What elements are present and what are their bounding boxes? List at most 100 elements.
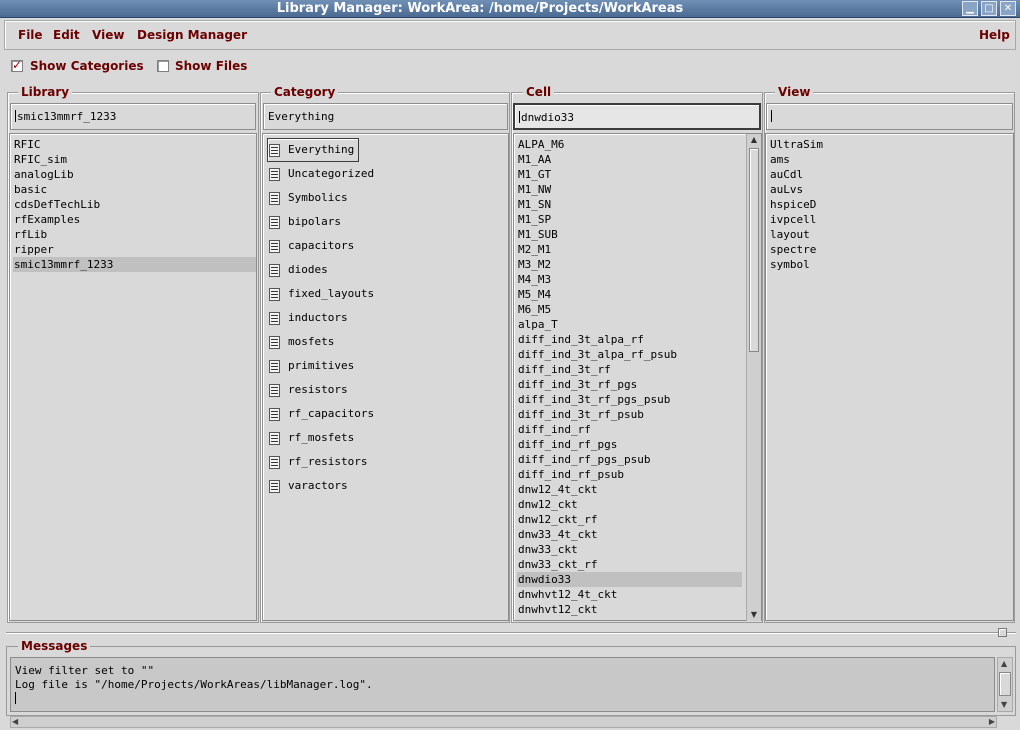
scroll-up-icon[interactable]: ▲ (748, 134, 760, 146)
menu-view[interactable]: View (92, 28, 124, 42)
category-list-item[interactable]: rf_capacitors (267, 402, 508, 426)
scroll-right-icon[interactable]: ▶ (989, 717, 995, 727)
library-list-item[interactable]: RFIC (13, 137, 256, 152)
cell-list[interactable]: ALPA_M6 M1_AA M1_GT M1_NW M1_SN M1_SP M1_SUB M2… (513, 133, 762, 621)
cell-list-item[interactable]: M1_AA (517, 152, 742, 167)
cell-list-item[interactable]: M6_M5 (517, 302, 742, 317)
category-list[interactable]: Everything Uncategorized Symbolics bipolars… (262, 133, 509, 621)
cell-list-item[interactable]: dnw12_4t_ckt (517, 482, 742, 497)
messages-vscrollbar[interactable]: ▲ ▼ (997, 657, 1013, 712)
category-list-item[interactable]: bipolars (267, 210, 508, 234)
cell-list-item[interactable]: dnwhvt12_ckt (517, 602, 742, 617)
library-filter-input[interactable]: smic13mmrf_1233 (10, 103, 256, 130)
cell-list-item[interactable]: M3_M2 (517, 257, 742, 272)
cell-list-item[interactable]: dnw33_ckt_rf (517, 557, 742, 572)
messages-scroll-thumb[interactable] (999, 672, 1011, 696)
library-list-item[interactable]: rfExamples (13, 212, 256, 227)
library-list[interactable]: RFIC RFIC_sim analogLib basic cdsDefTechLib r… (9, 133, 257, 621)
cell-list-item[interactable]: diff_ind_3t_alpa_rf (517, 332, 742, 347)
scroll-down-icon[interactable]: ▼ (1001, 700, 1007, 710)
cell-list-item[interactable]: M1_SP (517, 212, 742, 227)
cell-list-item[interactable]: diff_ind_3t_rf_psub (517, 407, 742, 422)
scroll-down-icon[interactable]: ▼ (748, 609, 760, 621)
library-list-item[interactable]: smic13mmrf_1233 (13, 257, 256, 272)
title-bar[interactable]: Library Manager: WorkArea: /home/Project… (0, 0, 1020, 18)
minimize-icon[interactable]: ▁ (962, 1, 978, 16)
category-list-item[interactable]: Symbolics (267, 186, 508, 210)
cell-list-item[interactable]: diff_ind_rf_psub (517, 467, 742, 482)
view-list-item[interactable]: ams (769, 152, 1013, 167)
library-list-item[interactable]: cdsDefTechLib (13, 197, 256, 212)
cell-list-item[interactable]: ALPA_M6 (517, 137, 742, 152)
cell-list-scrollbar[interactable]: ▲ ▼ (746, 134, 761, 621)
maximize-icon[interactable]: □ (981, 1, 997, 16)
menu-help[interactable]: Help (979, 28, 1010, 42)
category-list-item[interactable]: primitives (267, 354, 508, 378)
close-icon[interactable]: ✕ (1000, 1, 1016, 16)
show-files-label[interactable]: Show Files (175, 59, 247, 73)
cell-list-item[interactable]: M1_SN (517, 197, 742, 212)
cell-list-item[interactable]: diff_ind_rf_pgs_psub (517, 452, 742, 467)
library-list-item[interactable]: basic (13, 182, 256, 197)
cell-list-item[interactable]: M4_M3 (517, 272, 742, 287)
pane-divider-handle[interactable] (998, 628, 1007, 637)
view-list-item[interactable]: symbol (769, 257, 1013, 272)
menu-design-manager[interactable]: Design Manager (137, 28, 247, 42)
category-list-item[interactable]: rf_resistors (267, 450, 508, 474)
view-list-item[interactable]: auLvs (769, 182, 1013, 197)
scroll-left-icon[interactable]: ◀ (12, 717, 18, 727)
menu-edit[interactable]: Edit (53, 28, 80, 42)
view-list-item[interactable]: hspiceD (769, 197, 1013, 212)
messages-log[interactable]: View filter set to "" Log file is "/home… (10, 657, 995, 712)
cell-list-item[interactable]: dnw12_ckt (517, 497, 742, 512)
library-list-item[interactable]: ripper (13, 242, 256, 257)
category-list-item[interactable]: Everything (267, 138, 508, 162)
cell-list-item[interactable]: diff_ind_3t_rf_pgs_psub (517, 392, 742, 407)
category-list-item[interactable]: diodes (267, 258, 508, 282)
cell-list-item[interactable]: M1_SUB (517, 227, 742, 242)
cell-list-item[interactable]: dnw33_ckt (517, 542, 742, 557)
category-list-item[interactable]: inductors (267, 306, 508, 330)
category-list-item[interactable]: Uncategorized (267, 162, 508, 186)
messages-hscrollbar[interactable]: ◀ ▶ (10, 716, 997, 728)
cell-list-item[interactable]: M5_M4 (517, 287, 742, 302)
pane-divider[interactable] (6, 632, 1016, 634)
view-list-item[interactable]: UltraSim (769, 137, 1013, 152)
cell-list-item[interactable]: dnwdio33 (517, 572, 742, 587)
view-list-item[interactable]: ivpcell (769, 212, 1013, 227)
cell-scroll-thumb[interactable] (749, 148, 759, 352)
category-list-item[interactable]: fixed_layouts (267, 282, 508, 306)
library-list-item[interactable]: rfLib (13, 227, 256, 242)
show-files-checkbox[interactable] (157, 60, 169, 72)
category-list-item[interactable]: capacitors (267, 234, 508, 258)
cell-list-item[interactable]: M1_GT (517, 167, 742, 182)
cell-list-item[interactable]: diff_ind_3t_rf (517, 362, 742, 377)
category-list-item[interactable]: rf_mosfets (267, 426, 508, 450)
view-list-item[interactable]: layout (769, 227, 1013, 242)
view-filter-input[interactable] (766, 103, 1013, 130)
cell-list-item[interactable]: M1_NW (517, 182, 742, 197)
library-list-item[interactable]: analogLib (13, 167, 256, 182)
cell-filter-input[interactable]: dnwdio33 (513, 103, 761, 130)
category-list-item[interactable]: resistors (267, 378, 508, 402)
cell-list-item[interactable]: dnw12_ckt_rf (517, 512, 742, 527)
library-list-item[interactable]: RFIC_sim (13, 152, 256, 167)
cell-list-item[interactable]: diff_ind_rf_pgs (517, 437, 742, 452)
view-list-item[interactable]: spectre (769, 242, 1013, 257)
menu-file[interactable]: File (18, 28, 43, 42)
cell-list-item[interactable]: alpa_T (517, 317, 742, 332)
view-list-item[interactable]: auCdl (769, 167, 1013, 182)
cell-list-item[interactable]: dnwhvt12_4t_ckt (517, 587, 742, 602)
show-categories-checkbox[interactable] (11, 58, 23, 72)
cell-list-item[interactable]: M2_M1 (517, 242, 742, 257)
category-list-item[interactable]: mosfets (267, 330, 508, 354)
cell-list-item[interactable]: diff_ind_3t_rf_pgs (517, 377, 742, 392)
view-list[interactable]: UltraSim ams auCdl auLvs hspiceD ivpcell layou… (765, 133, 1014, 621)
show-categories-label[interactable]: Show Categories (30, 59, 144, 73)
cell-list-item[interactable]: dnw33_4t_ckt (517, 527, 742, 542)
cell-list-item[interactable]: diff_ind_3t_alpa_rf_psub (517, 347, 742, 362)
category-filter-input[interactable]: Everything (263, 103, 508, 130)
cell-list-item[interactable]: diff_ind_rf (517, 422, 742, 437)
category-list-item[interactable]: varactors (267, 474, 508, 498)
scroll-up-icon[interactable]: ▲ (1001, 659, 1007, 669)
